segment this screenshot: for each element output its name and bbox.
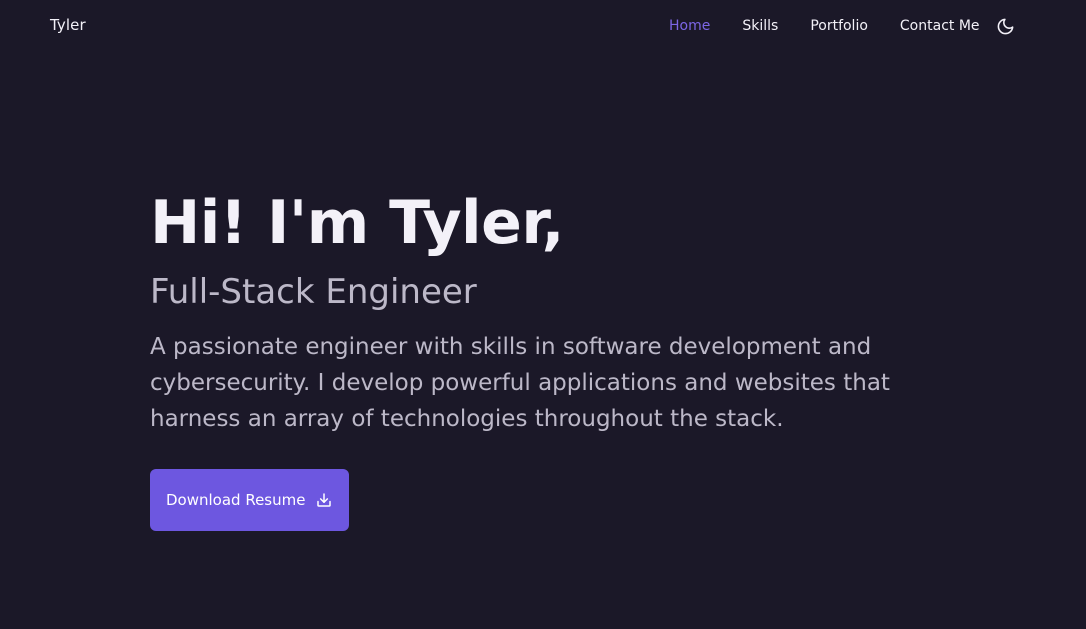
download-icon (315, 491, 333, 509)
main-nav: Home Skills Portfolio Contact Me (669, 16, 1016, 36)
page: Tyler Home Skills Portfolio Contact Me H… (0, 0, 1086, 629)
nav-link-portfolio[interactable]: Portfolio (810, 17, 868, 35)
download-resume-button[interactable]: Download Resume (150, 469, 350, 531)
moon-icon (997, 18, 1014, 34)
hero-greeting: Hi! I'm Tyler, (150, 188, 564, 258)
download-resume-label: Download Resume (166, 491, 306, 509)
nav-link-skills[interactable]: Skills (742, 17, 778, 35)
hero-section: Hi! I'm Tyler, Full-Stack Engineer A pas… (150, 188, 950, 531)
brand-logo-link[interactable]: Tyler (50, 16, 86, 34)
nav-link-home[interactable]: Home (669, 17, 710, 35)
theme-toggle-button[interactable] (996, 16, 1016, 36)
hero-role: Full-Stack Engineer (150, 272, 477, 312)
hero-description: A passionate engineer with skills in sof… (150, 334, 890, 432)
site-header: Tyler Home Skills Portfolio Contact Me (0, 0, 1086, 50)
nav-link-contact[interactable]: Contact Me (900, 17, 980, 35)
